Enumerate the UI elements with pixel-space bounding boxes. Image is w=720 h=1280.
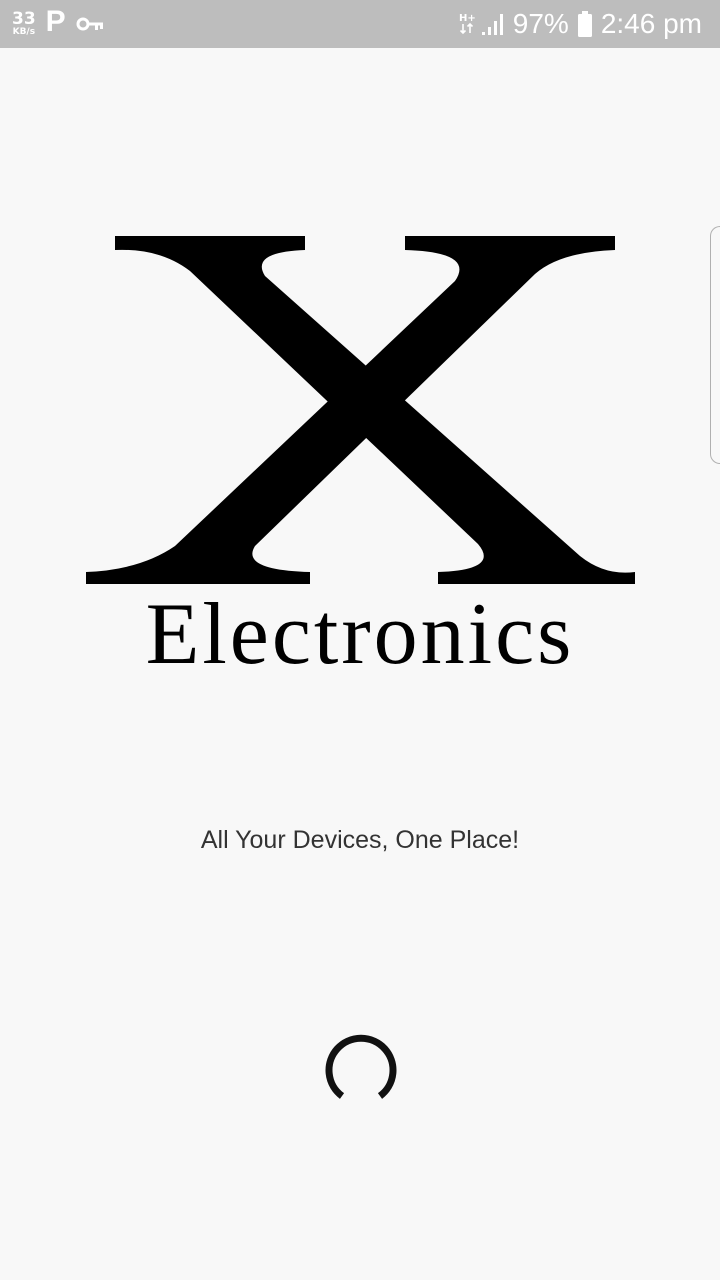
- parking-icon: P: [45, 5, 66, 38]
- battery-icon: [577, 11, 592, 37]
- data-speed-unit: KB/s: [12, 27, 36, 37]
- signal-strength-icon: [481, 14, 503, 35]
- status-bar-left: 33 KB/s P: [12, 5, 104, 39]
- clock: 2:46 pm: [600, 8, 702, 39]
- data-speed-value: 33: [12, 9, 36, 29]
- data-speed-indicator: 33 KB/s: [12, 11, 36, 37]
- logo-wordmark: Electronics: [145, 586, 575, 683]
- battery-percent: 97%: [512, 8, 569, 39]
- loading-spinner-icon: [325, 1034, 397, 1099]
- vpn-key-icon: [76, 17, 103, 31]
- tagline: All Your Devices, One Place!: [200, 826, 520, 854]
- network-type-icon: H+: [459, 13, 475, 35]
- status-bar-right: H+ 97% 2:46 pm: [459, 8, 702, 40]
- edge-panel-handle[interactable]: [710, 226, 720, 464]
- status-bar: 33 KB/s P H+ 97% 2:46 pm: [0, 0, 720, 48]
- network-type-label: H+: [459, 13, 475, 24]
- app-logo: Electronics: [80, 226, 640, 686]
- logo-x-mark: [86, 236, 635, 584]
